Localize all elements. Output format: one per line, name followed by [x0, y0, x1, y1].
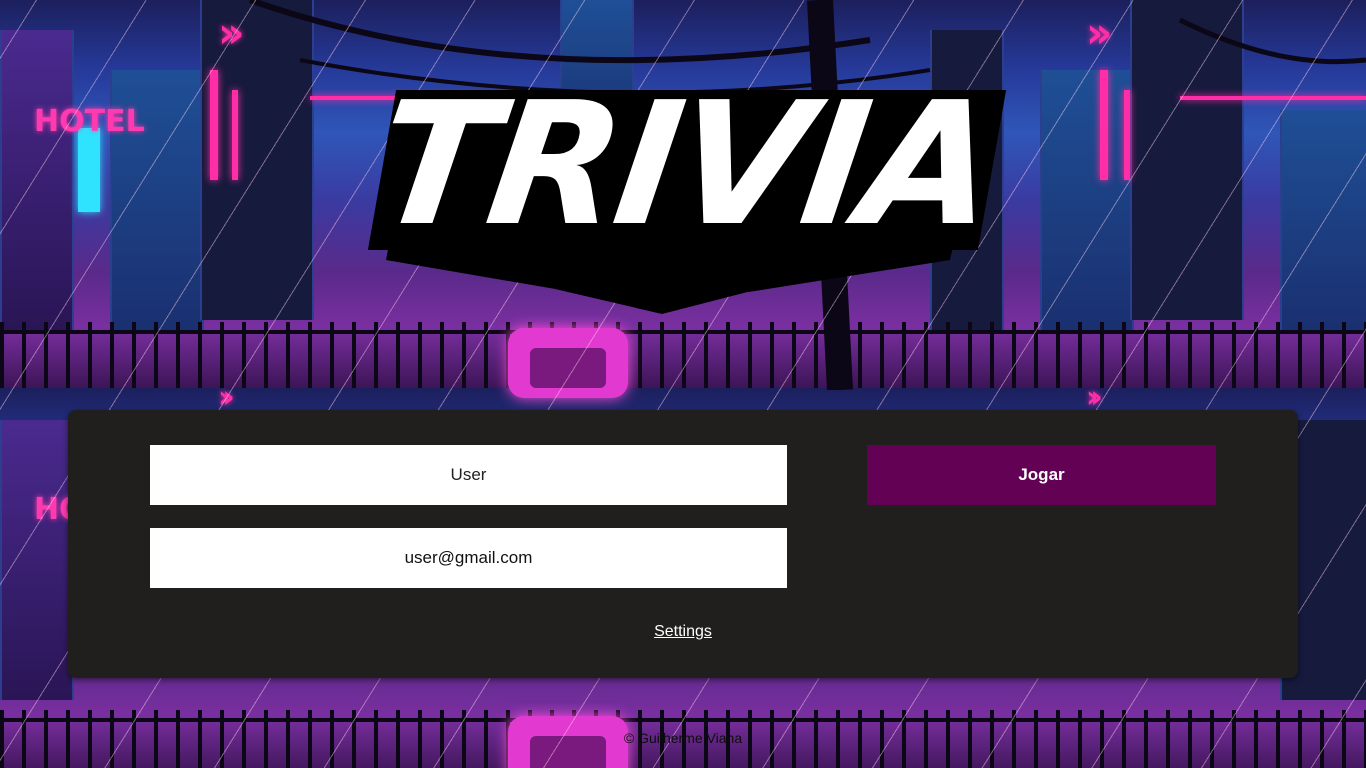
player-name-input[interactable]: [150, 445, 787, 505]
logo-title: TRIVIA: [364, 66, 1006, 264]
trivia-logo: TRIVIA: [360, 66, 1010, 318]
footer-credit: © Guilherme Viana: [623, 730, 743, 746]
settings-link-container: Settings: [68, 623, 1298, 641]
building: [0, 420, 74, 700]
play-button[interactable]: Jogar: [867, 445, 1216, 505]
settings-link[interactable]: Settings: [654, 623, 712, 640]
login-card: Jogar Settings: [68, 410, 1298, 678]
hotel-sign: HOTEL: [34, 492, 145, 528]
email-input[interactable]: [150, 528, 787, 588]
